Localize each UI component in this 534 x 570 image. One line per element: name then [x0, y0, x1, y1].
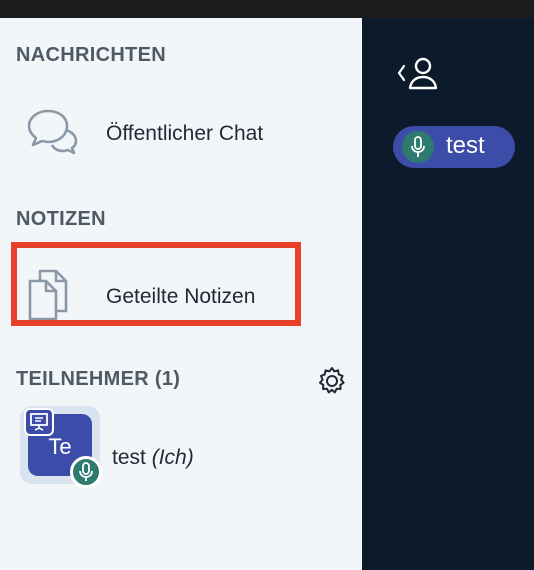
participant-row[interactable]: Te test (Ich): [0, 402, 362, 502]
participant-name: test (Ich): [112, 446, 194, 470]
talking-indicator[interactable]: test: [393, 126, 515, 168]
participant-self-suffix: (Ich): [151, 446, 194, 469]
participant-name-text: test: [112, 446, 146, 469]
user-list-sidebar: NACHRICHTEN Öffentlicher Chat NOTIZEN Ge…: [0, 18, 362, 570]
presenter-icon: [24, 408, 54, 436]
section-title-notes: NOTIZEN: [16, 208, 106, 230]
public-chat-label: Öffentlicher Chat: [106, 122, 264, 145]
highlight-box: [11, 242, 301, 326]
main-panel: test: [362, 18, 534, 570]
public-chat-item[interactable]: Öffentlicher Chat: [0, 95, 362, 173]
section-title-participants: TEILNEHMER (1): [16, 368, 181, 390]
chat-bubbles-icon: [26, 108, 80, 161]
section-title-messages: NACHRICHTEN: [16, 44, 166, 66]
gear-icon[interactable]: [316, 365, 348, 397]
talking-user-name: test: [446, 132, 485, 159]
top-bar: [0, 0, 534, 18]
microphone-icon: [402, 131, 434, 163]
back-user-icon[interactable]: [395, 56, 441, 92]
avatar[interactable]: Te: [20, 406, 102, 488]
microphone-icon: [70, 456, 102, 488]
